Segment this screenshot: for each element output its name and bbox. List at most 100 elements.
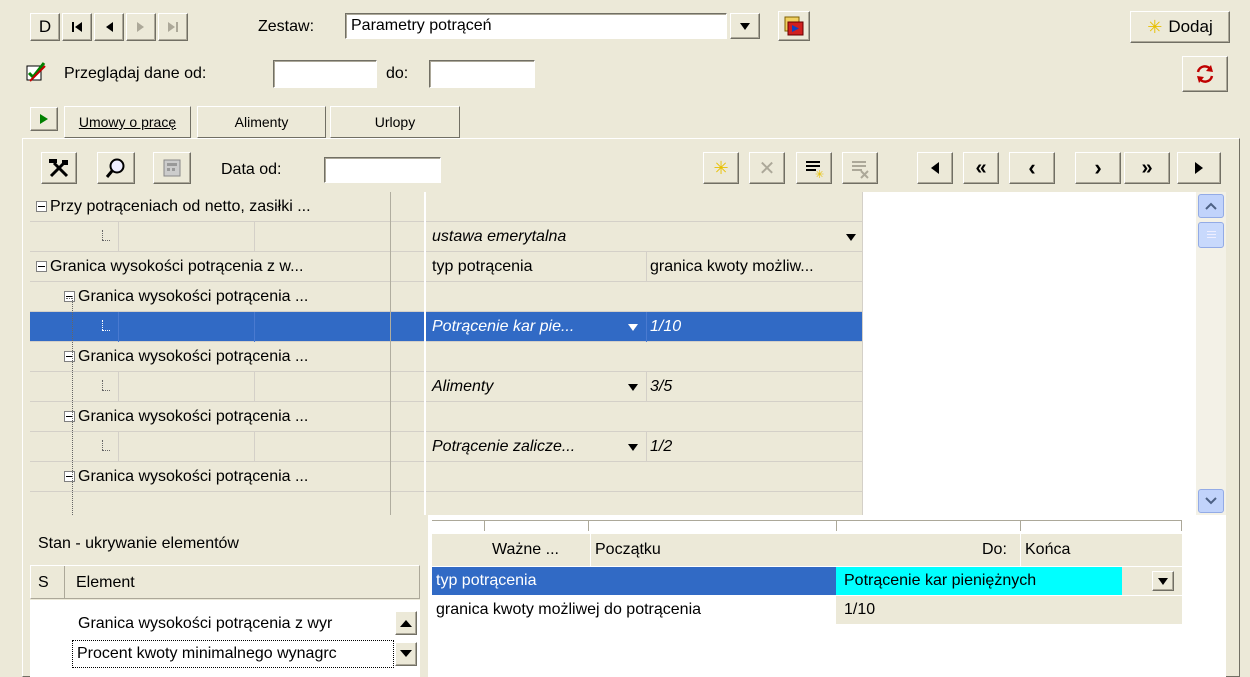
tools-icon <box>49 159 69 178</box>
left-triangle-icon <box>931 162 939 174</box>
browse-to-input[interactable] <box>429 60 535 88</box>
tree-row-3[interactable]: Granica wysokości potrącenia z w... <box>30 252 390 282</box>
wazne-label: Ważne ... <box>492 541 559 558</box>
detail-dropdown-button-face[interactable] <box>1152 571 1174 591</box>
new-row-button[interactable]: ✳ <box>703 152 739 184</box>
chevron-right-icon: › <box>1094 155 1102 180</box>
insert-item-button[interactable]: ✳ <box>796 152 832 184</box>
tree-row-5-value[interactable]: 1/10 <box>646 312 862 342</box>
detail-ruler <box>432 520 1182 532</box>
collapse-icon <box>64 351 75 363</box>
tree-cell-value: Potrącenie kar pie... <box>432 318 575 335</box>
chevron-up-icon <box>1205 202 1217 210</box>
skip-end-icon <box>168 22 178 32</box>
state-scroll-up-button[interactable] <box>395 611 417 635</box>
tabs-expand-button[interactable] <box>30 107 58 131</box>
tab-umowy-o-prace[interactable]: Umowy o pracę <box>64 106 191 138</box>
chevron-down-icon <box>1158 577 1168 585</box>
chevron-left-icon: ‹ <box>1028 155 1036 180</box>
nav-prev-button[interactable] <box>94 13 124 41</box>
scroll-back-button[interactable]: ‹ <box>1009 152 1055 184</box>
tree-row-7-type[interactable]: Alimenty <box>428 372 646 402</box>
browse-from-input[interactable] <box>273 60 377 88</box>
tree-row-5-type[interactable]: Potrącenie kar pie... <box>428 312 646 342</box>
data-od-input[interactable] <box>324 157 441 183</box>
edit-check-icon[interactable] <box>24 60 48 84</box>
delete-row-button[interactable]: ✕ <box>749 152 785 184</box>
zestaw-dropdown-button[interactable] <box>730 13 760 39</box>
chevron-down-icon <box>628 324 638 331</box>
refresh-button[interactable] <box>1182 56 1228 92</box>
tree-row-2-value[interactable]: ustawa emerytalna <box>428 222 862 252</box>
scroll-fast-back-button[interactable]: « <box>963 152 999 184</box>
refresh-icon <box>1196 65 1214 83</box>
tree-grid: Przy potrąceniach od netto, zasiłki ... … <box>30 192 1226 515</box>
tree-row-4[interactable]: Granica wysokości potrącenia ... <box>30 282 390 312</box>
from-field[interactable]: Początku <box>590 534 836 566</box>
state-title: Stan - ukrywanie elementów <box>38 535 239 552</box>
nav-start-button[interactable] <box>62 13 92 41</box>
tree-row-1[interactable]: Przy potrąceniach od netto, zasiłki ... <box>30 192 390 222</box>
nav-next-button[interactable] <box>126 13 156 41</box>
tab-label: Alimenty <box>234 114 289 130</box>
remove-item-button[interactable] <box>842 152 878 184</box>
data-od-label: Data od: <box>221 161 282 178</box>
tree-row-label: Granica wysokości potrącenia ... <box>78 348 309 365</box>
scroll-fast-forward-button[interactable]: » <box>1124 152 1170 184</box>
nav-first-record-button[interactable]: D <box>30 13 60 41</box>
calculator-button[interactable] <box>153 152 191 184</box>
tab-urlopy[interactable]: Urlopy <box>330 106 460 138</box>
tree-row-7-value[interactable]: 3/5 <box>646 372 862 402</box>
zestaw-label: Zestaw: <box>258 18 315 35</box>
next-icon <box>137 22 144 32</box>
tree-row-9-type[interactable]: Potrącenie zalicze... <box>428 432 646 462</box>
tools-button[interactable] <box>41 152 77 184</box>
chevron-down-icon <box>628 444 638 451</box>
tree-row-6[interactable]: Granica wysokości potrącenia ... <box>30 342 390 372</box>
collapse-icon <box>64 411 75 423</box>
tree-cell-value: Alimenty <box>432 378 494 395</box>
detail-row-1-value[interactable]: Potrącenie kar pieniężnych <box>836 567 1122 595</box>
detail-value: 1/10 <box>844 601 876 618</box>
detail-value: Potrącenie kar pieniężnych <box>844 572 1037 589</box>
column-header-element: Element <box>76 574 135 591</box>
detail-row-1-dropdown-area <box>1122 567 1156 595</box>
tree-cell-value: ustawa emerytalna <box>432 228 567 245</box>
export-icon <box>784 16 804 36</box>
scroll-down-button[interactable] <box>1198 489 1224 513</box>
scroll-forward-button[interactable]: › <box>1075 152 1121 184</box>
collapse-icon <box>36 261 47 273</box>
detail-row-2-value[interactable]: 1/10 <box>836 596 1182 624</box>
tree-scrollbar[interactable] <box>1196 192 1226 515</box>
column-header-s: S <box>38 574 49 591</box>
tree-row-10[interactable]: Granica wysokości potrącenia ... <box>30 462 390 492</box>
zestaw-input[interactable]: Parametry potrąceń <box>345 13 727 39</box>
browse-to-label: do: <box>386 65 409 82</box>
search-button[interactable] <box>97 152 135 184</box>
scroll-first-button[interactable] <box>917 152 953 184</box>
scroll-up-button[interactable] <box>1198 194 1224 218</box>
play-icon <box>40 114 48 124</box>
tab-alimenty[interactable]: Alimenty <box>197 106 326 138</box>
tree-row-9-value[interactable]: 1/2 <box>646 432 862 462</box>
tree-row-label: Granica wysokości potrącenia ... <box>78 408 309 425</box>
star-icon: ✳ <box>1147 16 1163 37</box>
nav-end-button[interactable] <box>158 13 188 41</box>
chevron-down-icon <box>1205 497 1217 505</box>
state-scroll-down-button[interactable] <box>395 642 417 666</box>
to-field[interactable]: Końca <box>1020 534 1182 566</box>
detail-row-2-key[interactable]: granica kwoty możliwej do potrącenia <box>432 596 836 624</box>
state-item-1[interactable]: Granica wysokości potrącenia z wyr <box>78 614 391 634</box>
search-icon <box>105 158 125 178</box>
scroll-thumb[interactable] <box>1198 222 1224 248</box>
svg-text:✳: ✳ <box>815 168 824 179</box>
scroll-last-button[interactable] <box>1177 152 1221 184</box>
export-button[interactable] <box>778 11 810 41</box>
right-triangle-icon <box>1195 162 1203 174</box>
add-button[interactable]: ✳ Dodaj <box>1130 11 1230 43</box>
detail-row-1-key[interactable]: typ potrącenia <box>432 567 836 595</box>
down-triangle-icon <box>400 650 412 657</box>
tree-row-8[interactable]: Granica wysokości potrącenia ... <box>30 402 390 432</box>
state-item-2-focus[interactable]: Procent kwoty minimalnego wynagrc <box>72 640 394 668</box>
tab-label: Urlopy <box>374 114 416 130</box>
